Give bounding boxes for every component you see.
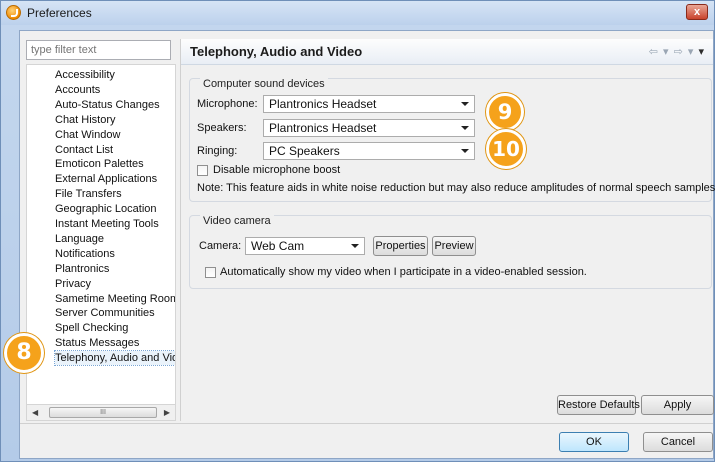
video-camera-group-title: Video camera xyxy=(200,215,274,227)
dialog-client-area: AccessibilityAccountsAuto-Status Changes… xyxy=(19,30,715,459)
video-camera-group: Video camera Camera: Web Cam Properties … xyxy=(189,215,712,289)
tree-item[interactable]: Sametime Meeting Rooms xyxy=(55,292,175,306)
tree-item[interactable]: Geographic Location xyxy=(55,202,157,216)
sametime-app-icon xyxy=(6,5,21,20)
footer-separator xyxy=(20,423,713,424)
ringing-label: Ringing: xyxy=(197,145,238,157)
tree-item[interactable]: Emoticon Palettes xyxy=(55,157,144,171)
window-title: Preferences xyxy=(27,6,92,20)
tree-item[interactable]: Language xyxy=(55,232,104,246)
auto-show-video-label[interactable]: Automatically show my video when I parti… xyxy=(220,266,587,278)
sound-devices-group-title: Computer sound devices xyxy=(200,78,328,90)
callout-badge-10: 10 xyxy=(486,129,526,169)
apply-button[interactable]: Apply xyxy=(641,395,714,415)
tree-item[interactable]: Privacy xyxy=(55,277,91,291)
page-header: Telephony, Audio and Video ⇦ ▾ ⇨ ▾ ▾ xyxy=(181,39,713,65)
tree-item[interactable]: Instant Meeting Tools xyxy=(55,217,159,231)
cancel-button[interactable]: Cancel xyxy=(643,432,713,452)
microphone-select[interactable]: Plantronics Headset xyxy=(263,95,475,113)
scroll-left-icon[interactable]: ◀ xyxy=(32,408,38,417)
ok-button[interactable]: OK xyxy=(559,432,629,452)
tree-item[interactable]: Plantronics xyxy=(55,262,109,276)
chevron-down-icon xyxy=(351,244,359,248)
tree-item[interactable]: Status Messages xyxy=(55,336,139,350)
camera-select[interactable]: Web Cam xyxy=(245,237,365,255)
auto-show-video-checkbox[interactable] xyxy=(205,267,216,278)
tree-item[interactable]: External Applications xyxy=(55,172,157,186)
camera-label: Camera: xyxy=(199,240,242,252)
tree-item[interactable]: Server Communities xyxy=(55,306,155,320)
tree-item[interactable]: File Transfers xyxy=(55,187,122,201)
restore-defaults-button[interactable]: Restore Defaults xyxy=(557,395,640,415)
ringing-value: PC Speakers xyxy=(269,144,340,158)
tree-horizontal-scrollbar[interactable]: ◀ III ▶ xyxy=(26,404,176,421)
view-menu-chevron-icon[interactable]: ▾ xyxy=(698,46,705,58)
camera-value: Web Cam xyxy=(251,239,305,253)
disable-boost-label[interactable]: Disable microphone boost xyxy=(213,164,340,176)
tree-item[interactable]: Chat History xyxy=(55,113,116,127)
scroll-right-icon[interactable]: ▶ xyxy=(164,408,170,417)
preferences-tree: Accessibility Accounts Auto-Status Changes… xyxy=(26,64,176,404)
close-button[interactable]: x xyxy=(686,4,708,20)
back-arrow-icon[interactable]: ⇦ xyxy=(649,46,659,58)
callout-badge-9: 9 xyxy=(486,93,524,131)
chevron-down-icon xyxy=(461,102,469,106)
scroll-thumb[interactable]: III xyxy=(49,407,157,418)
callout-badge-8: 8 xyxy=(4,333,44,373)
page-navigation: ⇦ ▾ ⇨ ▾ ▾ xyxy=(649,45,705,58)
tree-item[interactable]: Accounts xyxy=(55,83,100,97)
preferences-window: Preferences x AccessibilityAccountsAuto-… xyxy=(0,0,715,462)
microphone-label: Microphone: xyxy=(197,98,258,110)
forward-menu-chevron-icon[interactable]: ▾ xyxy=(688,46,695,58)
title-bar: Preferences x xyxy=(1,1,714,25)
speakers-label: Speakers: xyxy=(197,122,247,134)
noise-reduction-note: Note: This feature aids in white noise r… xyxy=(197,182,715,194)
camera-properties-button[interactable]: Properties xyxy=(373,236,428,256)
disable-boost-checkbox[interactable] xyxy=(197,165,208,176)
microphone-value: Plantronics Headset xyxy=(269,97,377,111)
ringing-select[interactable]: PC Speakers xyxy=(263,142,475,160)
tree-item[interactable]: Telephony, Audio and Video xyxy=(53,350,175,367)
filter-input[interactable] xyxy=(26,40,171,60)
tree-item[interactable]: Contact List xyxy=(55,143,113,157)
speakers-value: Plantronics Headset xyxy=(269,121,377,135)
chevron-down-icon xyxy=(461,149,469,153)
tree-item[interactable]: Chat Window xyxy=(55,128,120,142)
tree-item[interactable]: Accessibility xyxy=(55,68,115,82)
camera-preview-button[interactable]: Preview xyxy=(432,236,476,256)
tree-item[interactable]: Auto-Status Changes xyxy=(55,98,160,112)
page-title: Telephony, Audio and Video xyxy=(190,44,363,59)
speakers-select[interactable]: Plantronics Headset xyxy=(263,119,475,137)
forward-arrow-icon[interactable]: ⇨ xyxy=(674,46,684,58)
tree-item[interactable]: Spell Checking xyxy=(55,321,128,335)
back-menu-chevron-icon[interactable]: ▾ xyxy=(663,46,670,58)
chevron-down-icon xyxy=(461,126,469,130)
sound-devices-group: Computer sound devices Microphone: Plant… xyxy=(189,78,715,202)
panel-divider[interactable] xyxy=(180,39,181,421)
tree-item[interactable]: Notifications xyxy=(55,247,115,261)
